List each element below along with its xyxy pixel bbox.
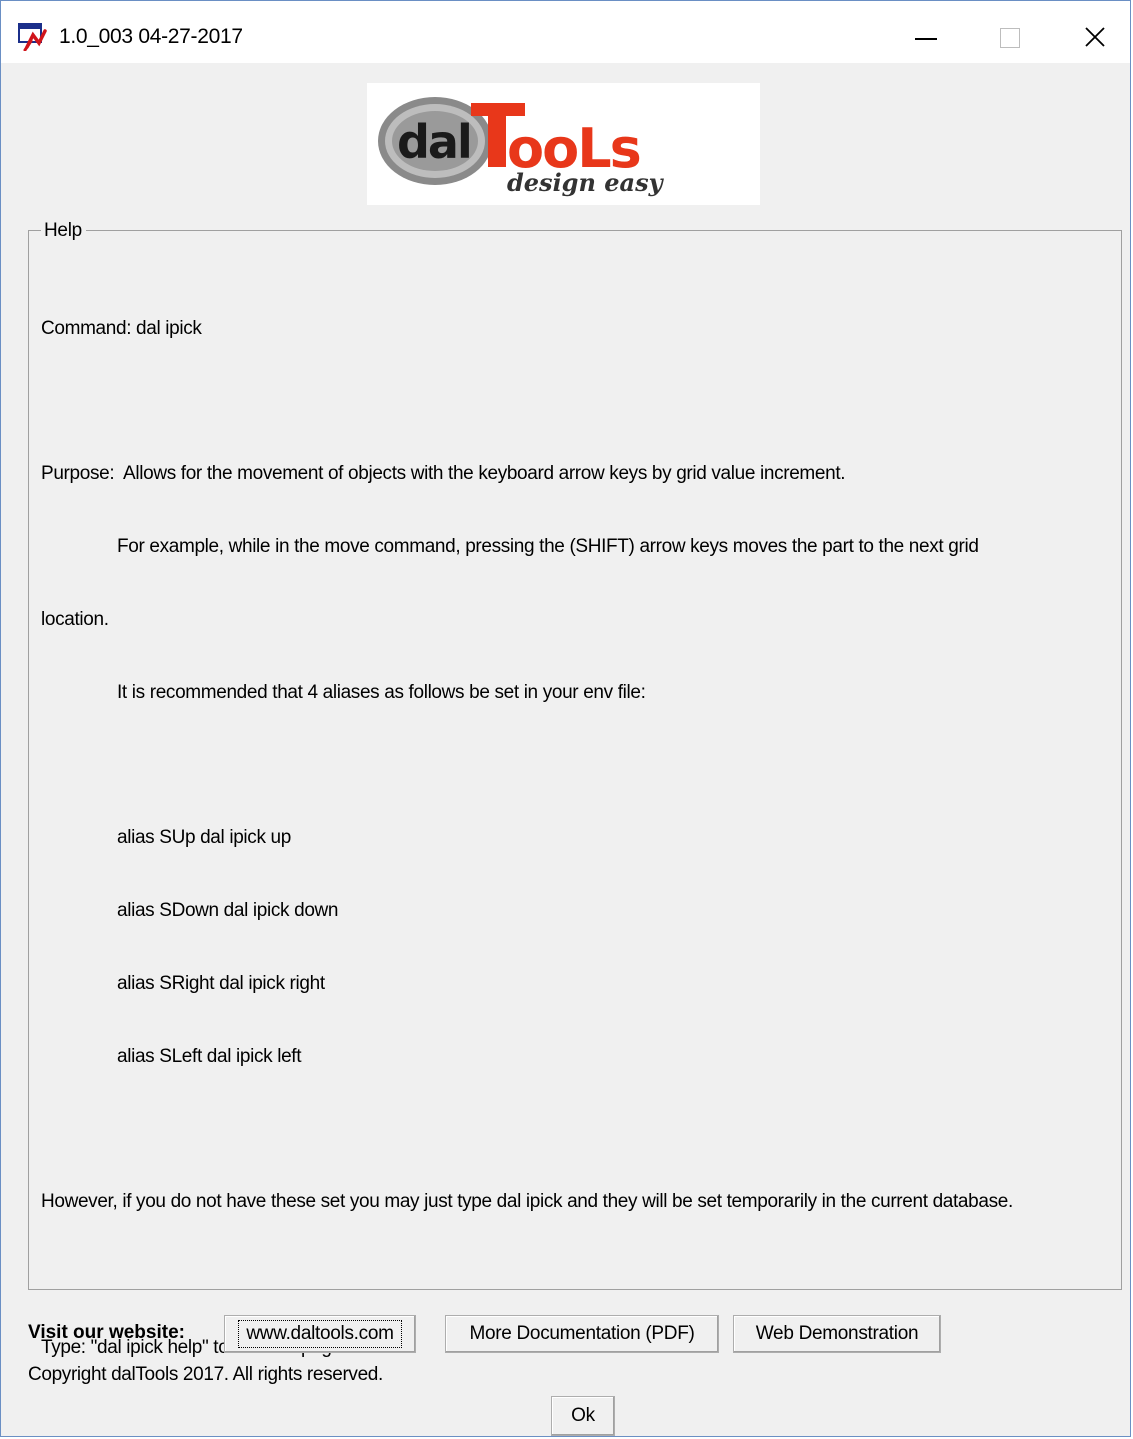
dialog-window: 1.0_003 04-27-2017 dal ooLs design easy … (0, 0, 1131, 1437)
alias-line: alias SRight dal ipick right (117, 973, 325, 995)
however-line: However, if you do not have these set yo… (41, 1191, 1013, 1213)
command-line: Command: dal ipick (41, 317, 202, 339)
minimize-button[interactable] (891, 15, 961, 61)
close-button[interactable] (1059, 15, 1129, 61)
logo-tagline: design easy (507, 168, 665, 197)
help-text: Command: dal ipick Purpose: Allows for t… (41, 268, 1111, 1409)
purpose-line: Purpose: Allows for the movement of obje… (41, 463, 846, 485)
ok-button[interactable]: Ok (551, 1396, 615, 1436)
alias-line: alias SUp dal ipick up (117, 827, 291, 849)
website-button[interactable]: www.daltools.com (224, 1315, 416, 1353)
alias-line: alias SDown dal ipick down (117, 900, 339, 922)
logo-text-dal: dal (397, 115, 471, 169)
copyright-text: Copyright dalTools 2017. All rights rese… (28, 1364, 383, 1385)
maximize-button[interactable] (975, 15, 1045, 61)
example-line-continued: location. (41, 608, 109, 630)
website-button-label: www.daltools.com (238, 1320, 402, 1348)
visit-website-label: Visit our website: (28, 1322, 185, 1343)
alias-line: alias SLeft dal ipick left (117, 1045, 302, 1067)
recommend-line: It is recommended that 4 aliases as foll… (117, 681, 646, 703)
app-icon[interactable] (18, 23, 48, 51)
more-documentation-button[interactable]: More Documentation (PDF) (445, 1315, 719, 1353)
web-demonstration-button[interactable]: Web Demonstration (733, 1315, 941, 1353)
example-line: For example, while in the move command, … (117, 535, 979, 557)
window-title: 1.0_003 04-27-2017 (59, 25, 243, 48)
help-group-label: Help (41, 220, 86, 242)
daltools-logo: dal ooLs design easy (367, 83, 760, 205)
title-bar[interactable]: 1.0_003 04-27-2017 (1, 1, 1130, 63)
close-icon (1085, 27, 1105, 47)
